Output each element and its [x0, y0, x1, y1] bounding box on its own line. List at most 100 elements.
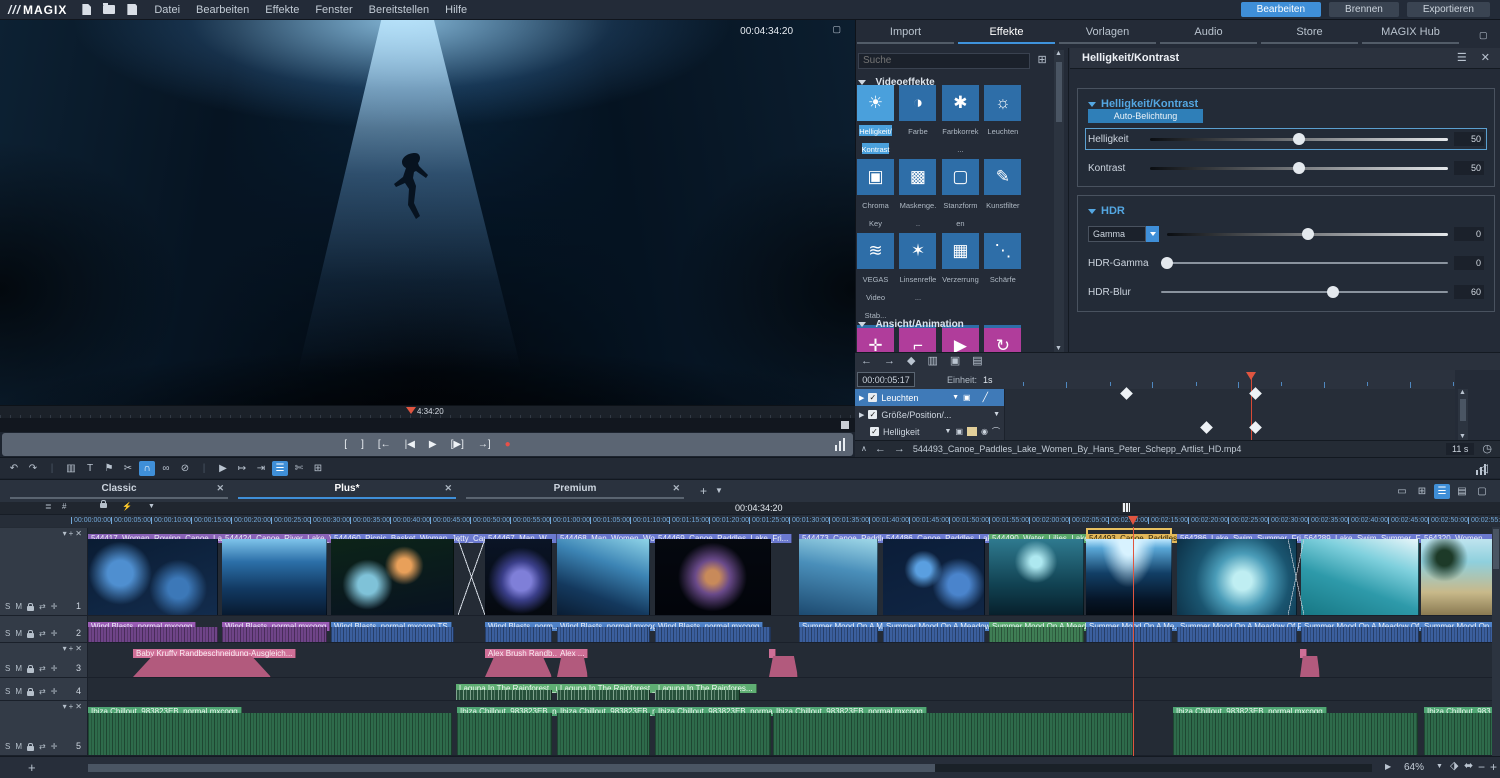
next-object-icon[interactable]: → — [894, 444, 905, 455]
remove-track-icon[interactable]: ✕ — [75, 644, 84, 653]
range-end-button[interactable]: ] — [361, 439, 364, 450]
video-clip[interactable]: 544467_Man_W... — [485, 528, 552, 615]
preview-monitor-view-icon[interactable]: ▭ — [1394, 484, 1410, 499]
video-clip[interactable]: 544417_Woman_Rowing_Canoe_Lake_By_H... — [88, 528, 218, 615]
preview-ruler[interactable]: 4:34:20 — [0, 405, 855, 419]
play-range-button[interactable]: [▶] — [451, 439, 464, 450]
flash-icon[interactable]: ⚡ — [122, 503, 132, 511]
gamma-dropdown-arrow-icon[interactable] — [1146, 226, 1159, 242]
move-track-icon[interactable]: ✛ — [51, 629, 58, 638]
storyboard-view-icon[interactable]: ⊞ — [1414, 484, 1430, 499]
move-track-icon[interactable]: ✛ — [51, 602, 58, 611]
play-button[interactable]: ▶ — [429, 439, 437, 450]
lock-track-icon[interactable] — [27, 691, 34, 696]
resize-track-icon[interactable]: ⇄ — [39, 687, 46, 696]
add-track-icon[interactable]: + — [28, 761, 36, 774]
zoom-out-icon[interactable]: − — [1478, 761, 1485, 773]
mute-button[interactable]: M — [15, 687, 22, 696]
video-clip[interactable]: 544493_Canoe_Paddles_... — [1086, 528, 1172, 615]
title-clip[interactable]: Alex Brush Randb... — [485, 643, 552, 677]
title-clip[interactable]: Alex ... — [557, 643, 588, 677]
slider-thumb[interactable] — [1161, 257, 1173, 269]
arrangement-tab[interactable]: Classic ✕ — [10, 483, 228, 499]
checkbox-checked-icon[interactable]: ✓ — [868, 410, 877, 419]
clock-icon[interactable]: ◷ — [1482, 444, 1492, 455]
effect-tile-farbe[interactable]: ◑ Farbe — [899, 85, 936, 139]
chevron-down-icon[interactable]: ▼ — [945, 428, 952, 435]
tracks-scrollbar[interactable] — [1492, 527, 1500, 756]
effect-tile-farbkorrektur[interactable]: ✱ Farbkorrek... — [942, 85, 979, 157]
split-object-icon[interactable]: ✂ — [120, 461, 136, 476]
mute-button[interactable]: M — [15, 629, 22, 638]
hdr-blur-value[interactable]: 60 — [1454, 285, 1484, 299]
scrollbar-handle[interactable] — [1056, 62, 1062, 122]
mouse-mode-all-tracks-icon[interactable]: ▶ — [215, 461, 231, 476]
kontrast-value[interactable]: 50 — [1454, 161, 1484, 175]
close-tab-icon[interactable]: ✕ — [444, 483, 452, 494]
detach-preview-icon[interactable]: ▢ — [832, 25, 841, 34]
track-number-icon[interactable]: # — [62, 503, 66, 511]
anim-tile-rotation[interactable]: ↻ — [984, 328, 1021, 352]
audio-clip[interactable]: Summer Mood On A M... — [799, 616, 878, 642]
prev-keyframe-icon[interactable]: ← — [861, 356, 872, 367]
panel-options-icon[interactable]: ▢ — [1479, 31, 1488, 40]
delete-object-icon[interactable]: ▥ — [63, 461, 79, 476]
collapse-panel-icon[interactable]: ∧ — [861, 445, 867, 453]
move-track-icon[interactable]: ✛ — [51, 742, 58, 751]
audio-clip[interactable]: Summer Mood On A Meadow Of Flower — [1177, 616, 1297, 642]
menu-item[interactable]: Bearbeiten — [188, 4, 257, 16]
multicam-view-icon[interactable]: ▢ — [1474, 484, 1490, 499]
lock-track-icon[interactable] — [27, 668, 34, 673]
mute-button[interactable]: M — [15, 664, 22, 673]
previous-frame-button[interactable]: |◀ — [405, 439, 415, 450]
curve-icon[interactable]: ╱ — [983, 392, 988, 403]
effect-tile-helligkeit-kontrast[interactable]: ☀ Helligkeit/ Kontrast — [857, 85, 894, 157]
slider-thumb[interactable] — [1302, 228, 1314, 240]
track-header[interactable]: ▾+✕ S M ⇄ ✛ 3 — [0, 643, 88, 678]
expander-icon[interactable]: ▶ — [859, 394, 864, 402]
audio-clip[interactable]: Laguna In The Rainforest _n... — [456, 678, 552, 700]
mute-button[interactable]: M — [15, 742, 22, 751]
menu-item[interactable]: Fenster — [307, 4, 360, 16]
object-mode-icon[interactable]: ☰ — [272, 461, 288, 476]
hdr-gamma-slider[interactable] — [1161, 256, 1448, 270]
solo-button[interactable]: S — [5, 742, 10, 751]
auto-belichtung-button[interactable]: Auto-Belichtung — [1088, 109, 1203, 123]
title-clip[interactable]: Baby Kruffy Randbeschneidung-Ausgleich..… — [133, 643, 271, 677]
razor-icon[interactable]: ✄ — [291, 461, 307, 476]
checkbox-checked-icon[interactable]: ✓ — [868, 393, 877, 402]
expand-icon[interactable]: ▶ — [1385, 763, 1391, 771]
track-header[interactable]: ▾+✕ S M ⇄ ✛ 2 — [0, 616, 88, 643]
paste-keyframe-icon[interactable]: ▤ — [972, 356, 982, 367]
scene-overview-icon[interactable]: ▤ — [1454, 484, 1470, 499]
timeline-ruler[interactable]: 00:00:00:0000:00:05:0000:00:10:0000:00:1… — [0, 514, 1500, 528]
video-clip[interactable]: 564320_Women... — [1421, 528, 1500, 615]
close-tab-icon[interactable]: ✕ — [216, 483, 224, 494]
next-keyframe-icon[interactable]: → — [884, 356, 895, 367]
resize-track-icon[interactable]: ⇄ — [39, 742, 46, 751]
undo-icon[interactable]: ↶ — [6, 461, 22, 476]
title-editor-icon[interactable]: T — [82, 461, 98, 476]
timeline-view-icon[interactable]: ☰ — [1434, 484, 1450, 499]
unit-value[interactable]: 1s — [983, 375, 993, 385]
solo-button[interactable]: S — [5, 664, 10, 673]
audio-clip[interactable]: Wind Blasts_normal.mxcogg — [88, 616, 218, 642]
gamma-slider[interactable] — [1167, 227, 1448, 241]
track-header[interactable]: ▾+✕ S M ⇄ ✛ 4 — [0, 678, 88, 701]
effect-tile-kunstfilter[interactable]: ✎ Kunstfilter — [984, 159, 1021, 213]
title-clip[interactable] — [1300, 643, 1320, 677]
scrollbar-handle[interactable] — [1493, 529, 1499, 569]
anim-tile-ausschnitt[interactable]: ⌐ — [899, 328, 936, 352]
zoom-level[interactable]: 64% — [1404, 762, 1424, 773]
effect-tile-verzerrung[interactable]: ▦ Verzerrung — [942, 233, 979, 287]
video-clip[interactable]: 544424_Canoe_River_Lake_Veg... — [222, 528, 327, 615]
helligkeit-slider[interactable] — [1150, 132, 1448, 146]
horizontal-scrollbar[interactable] — [88, 764, 1372, 772]
gamma-dropdown[interactable]: Gamma — [1088, 226, 1146, 242]
timeline-playhead-marker[interactable] — [1128, 516, 1138, 525]
anim-tile-kamerafahrt[interactable]: ▶ — [942, 328, 979, 352]
effect-menu-icon[interactable]: ☰ — [1457, 53, 1467, 64]
scroll-up-icon[interactable]: ▲ — [1459, 389, 1466, 396]
chevron-down-icon[interactable]: ▼ — [993, 411, 1000, 418]
color-swatch[interactable] — [967, 427, 977, 436]
